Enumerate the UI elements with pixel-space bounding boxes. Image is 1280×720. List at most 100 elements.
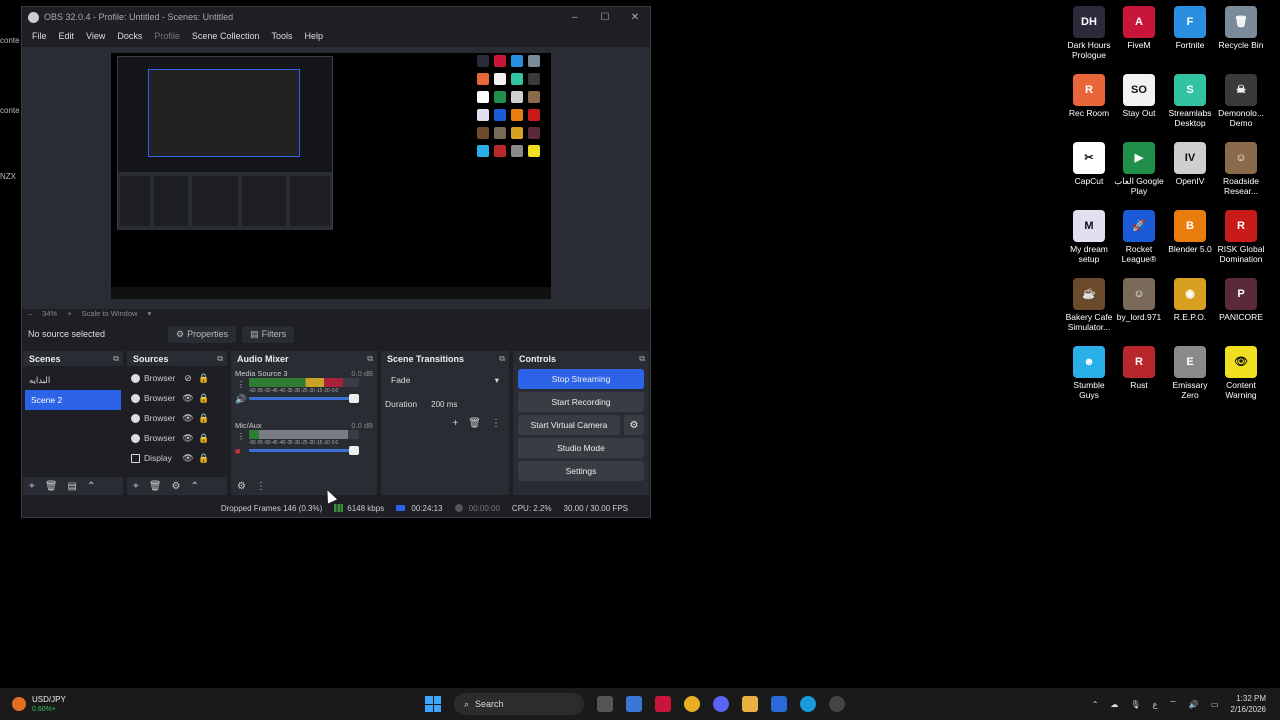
add-icon[interactable]: + <box>29 481 35 492</box>
scene-item[interactable]: البدايه <box>23 370 123 390</box>
undock-icon[interactable]: ⧉ <box>113 354 119 364</box>
wifi-icon[interactable]: ⌔ <box>1169 699 1177 709</box>
desktop-icon[interactable]: 🗑 Recycle Bin <box>1216 6 1266 50</box>
desktop-icon[interactable]: ☕ Bakery Cafe Simulator... <box>1064 278 1114 332</box>
lock-icon[interactable]: 🔒 <box>198 413 210 424</box>
desktop-icon-partial[interactable]: NZX <box>0 172 22 181</box>
menu-view[interactable]: View <box>80 31 111 41</box>
source-item[interactable]: Browser 👁 🔒 <box>127 428 227 448</box>
menu-edit[interactable]: Edit <box>53 31 81 41</box>
speaker-muted-icon[interactable]: ■ <box>235 446 240 456</box>
more-vertical-icon[interactable]: ⋮ <box>237 380 245 389</box>
undock-icon[interactable]: ⧉ <box>217 354 223 364</box>
speaker-icon[interactable]: 🔊 <box>235 394 246 405</box>
more-vertical-icon[interactable]: ⋮ <box>256 481 266 492</box>
eye-icon[interactable]: 👁 <box>182 453 194 464</box>
network-icon[interactable]: ☁ <box>1110 700 1118 709</box>
filters-button[interactable]: ▤ Filters <box>242 325 295 343</box>
add-icon[interactable]: + <box>133 481 139 492</box>
zoom-in-icon[interactable]: + <box>67 309 71 318</box>
task-view-icon[interactable] <box>597 696 613 712</box>
volume-slider[interactable] <box>249 446 359 455</box>
more-vertical-icon[interactable]: ⋮ <box>237 432 245 441</box>
desktop-icon[interactable]: ▶ العاب Google Play <box>1114 142 1164 196</box>
undock-icon[interactable]: ⧉ <box>639 354 645 364</box>
chevron-up-icon[interactable]: ⌃ <box>87 481 95 492</box>
desktop-icon[interactable]: E Emissary Zero <box>1165 346 1215 400</box>
menu-tools[interactable]: Tools <box>265 31 298 41</box>
windows-start-icon[interactable] <box>425 696 441 712</box>
gear-icon[interactable]: ⚙ <box>624 415 644 435</box>
edge-icon[interactable] <box>800 696 816 712</box>
menu-profile[interactable]: Profile <box>148 31 186 41</box>
desktop-icon-partial[interactable]: conte <box>0 106 22 115</box>
maximize-icon[interactable]: ☐ <box>590 12 620 23</box>
folder-icon[interactable] <box>742 696 758 712</box>
trash-icon[interactable]: 🗑 <box>45 481 58 492</box>
desktop-icon[interactable]: ☺ Roadside Resear... <box>1216 142 1266 196</box>
desktop-icon[interactable]: S Streamlabs Desktop <box>1165 74 1215 128</box>
more-vertical-icon[interactable]: ⋮ <box>491 418 501 429</box>
filter-icon[interactable]: ▤ <box>68 481 77 492</box>
desktop-icon[interactable]: P PANICORE <box>1216 278 1266 322</box>
desktop-icon[interactable]: SO Stay Out <box>1114 74 1164 118</box>
source-item[interactable]: Display 👁 🔒 <box>127 448 227 468</box>
undock-icon[interactable]: ⧉ <box>499 354 505 364</box>
desktop-icon[interactable]: 👁 Content Warning <box>1216 346 1266 400</box>
desktop-icon[interactable]: 🚀 Rocket League® <box>1114 210 1164 264</box>
minimize-icon[interactable]: – <box>560 12 590 23</box>
program-preview[interactable] <box>111 53 551 299</box>
lock-icon[interactable]: 🔒 <box>198 433 210 444</box>
desktop-icon[interactable]: IV OpenIV <box>1165 142 1215 186</box>
source-item[interactable]: Browser 👁 🔒 <box>127 388 227 408</box>
eye-icon[interactable]: 👁 <box>182 433 194 444</box>
transition-select[interactable]: Fade ▾ <box>385 372 505 388</box>
chrome-icon[interactable] <box>684 696 700 712</box>
desktop-icon[interactable]: ☺ by_lord.971 <box>1114 278 1164 322</box>
volume-slider[interactable] <box>249 394 359 403</box>
start-recording-button[interactable]: Start Recording <box>518 392 644 412</box>
desktop-icon[interactable]: F Fortnite <box>1165 6 1215 50</box>
discord-icon[interactable] <box>713 696 729 712</box>
desktop-icon[interactable]: M My dream setup <box>1064 210 1114 264</box>
desktop-icon[interactable]: ☻ Stumble Guys <box>1064 346 1114 400</box>
menu-file[interactable]: File <box>26 31 53 41</box>
desktop-icon[interactable]: DH Dark Hours Prologue <box>1064 6 1114 60</box>
properties-button[interactable]: ⚙ Properties <box>168 325 237 343</box>
start-virtual-camera-button[interactable]: Start Virtual Camera <box>518 415 620 435</box>
duration-input[interactable]: 200 ms <box>425 396 500 412</box>
desktop-icon[interactable]: R Rec Room <box>1064 74 1114 118</box>
scene-item-selected[interactable]: Scene 2 <box>25 390 121 410</box>
desktop-icon[interactable]: ☠ Demonolo... Demo <box>1216 74 1266 128</box>
desktop-icon[interactable]: ◉ R.E.P.O. <box>1165 278 1215 322</box>
obs-taskbar-icon[interactable] <box>829 696 845 712</box>
studio-mode-button[interactable]: Studio Mode <box>518 438 644 458</box>
close-icon[interactable]: ✕ <box>620 12 650 23</box>
desktop-icon[interactable]: R Rust <box>1114 346 1164 390</box>
stop-streaming-button[interactable]: Stop Streaming <box>518 369 644 389</box>
eye-hidden-icon[interactable]: ⊘ <box>182 373 194 384</box>
trash-icon[interactable]: 🗑 <box>468 418 481 429</box>
scale-mode[interactable]: Scale to Window <box>82 309 138 318</box>
taskbar-search[interactable]: ⌕ Search <box>454 693 584 715</box>
desktop-icon-partial[interactable]: conte <box>0 36 22 45</box>
undock-icon[interactable]: ⧉ <box>367 354 373 364</box>
store-icon[interactable] <box>771 696 787 712</box>
add-icon[interactable]: + <box>452 418 458 429</box>
lock-icon[interactable]: 🔒 <box>198 453 210 464</box>
desktop-icon[interactable]: B Blender 5.0 <box>1165 210 1215 254</box>
settings-button[interactable]: Settings <box>518 461 644 481</box>
language-icon[interactable]: ع <box>1153 700 1158 709</box>
title-bar[interactable]: OBS 32.0.4 - Profile: Untitled - Scenes:… <box>22 7 650 27</box>
zoom-out-icon[interactable]: – <box>28 309 32 318</box>
volume-knob[interactable] <box>349 446 359 455</box>
chevron-down-icon[interactable]: ▾ <box>147 309 151 318</box>
eye-icon[interactable]: 👁 <box>182 413 194 424</box>
gear-icon[interactable]: ⚙ <box>172 481 181 492</box>
menu-docks[interactable]: Docks <box>111 31 148 41</box>
menu-help[interactable]: Help <box>298 31 329 41</box>
desktop-icon[interactable]: R RISK Global Domination <box>1216 210 1266 264</box>
chevron-up-icon[interactable]: ⌃ <box>1092 700 1099 709</box>
gear-icon[interactable]: ⚙ <box>237 481 246 492</box>
battery-icon[interactable]: ▭ <box>1211 700 1219 709</box>
